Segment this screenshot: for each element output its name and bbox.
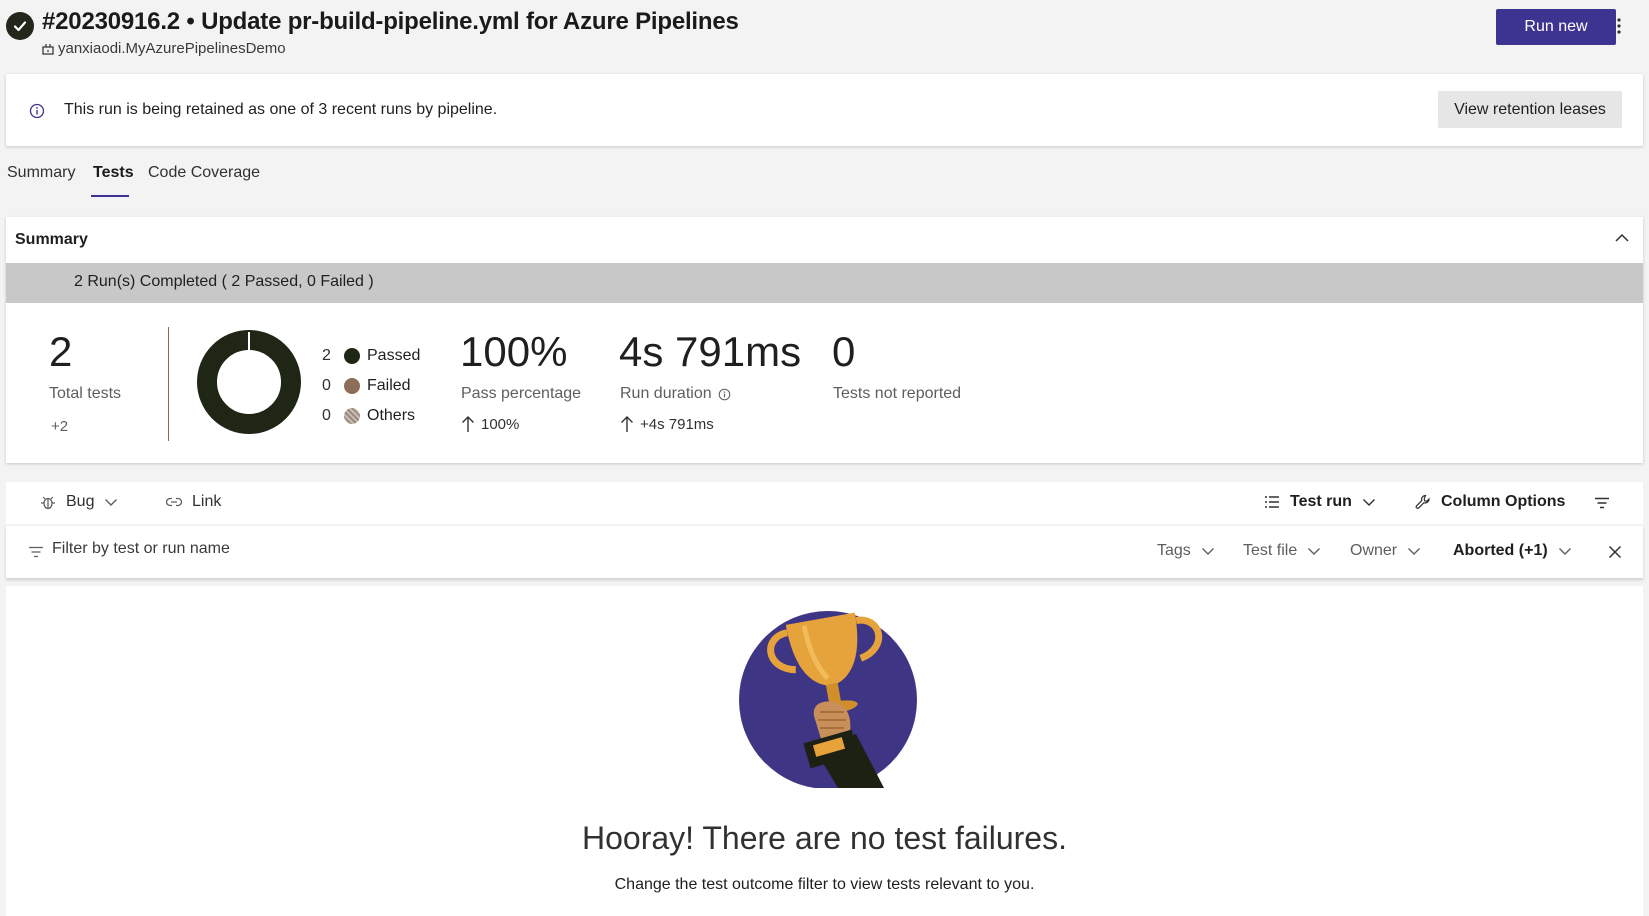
- filter-icon[interactable]: [1594, 497, 1610, 509]
- divider: [168, 327, 169, 441]
- column-options-button[interactable]: Column Options: [1415, 493, 1565, 511]
- tab-summary[interactable]: Summary: [7, 164, 75, 182]
- runs-status-text: 2 Run(s) Completed ( 2 Passed, 0 Failed …: [74, 273, 374, 290]
- tab-tests[interactable]: Tests: [93, 164, 134, 182]
- list-icon: [1265, 496, 1279, 508]
- failed-count: 0: [322, 377, 331, 394]
- results-area: Hooray! There are no test failures. Chan…: [6, 586, 1643, 916]
- outcome-dropdown[interactable]: Aborted (+1): [1453, 542, 1572, 560]
- legend-failed: 0 Failed: [322, 377, 411, 395]
- link-label: Link: [192, 493, 222, 510]
- filter-bar: Tags Test file Owner Aborted (+1): [6, 526, 1643, 578]
- tab-code-coverage[interactable]: Code Coverage: [148, 164, 260, 182]
- info-icon: [29, 103, 45, 119]
- others-label: Others: [367, 407, 416, 424]
- group-by-test-run-dropdown[interactable]: Test run: [1264, 493, 1376, 511]
- chevron-down-icon: [1362, 499, 1375, 506]
- pass-percentage-delta: 100%: [461, 415, 519, 433]
- chevron-down-icon: [1201, 548, 1214, 555]
- run-new-button[interactable]: Run new: [1496, 9, 1616, 45]
- not-reported-label: Tests not reported: [833, 385, 962, 402]
- legend-others: 0 Others: [322, 407, 415, 425]
- passed-count: 2: [322, 347, 331, 364]
- legend-passed: 2 Passed: [322, 347, 420, 365]
- bug-label: Bug: [66, 493, 95, 510]
- tags-label: Tags: [1157, 542, 1191, 559]
- group-by-label: Test run: [1290, 493, 1352, 510]
- page-title: #20230916.2 • Update pr-build-pipeline.y…: [42, 8, 739, 35]
- arrow-up-icon: [621, 416, 633, 432]
- not-reported-value: 0: [832, 328, 856, 375]
- test-file-dropdown[interactable]: Test file: [1243, 542, 1321, 560]
- failed-dot: [344, 378, 360, 394]
- run-duration-label: Run duration: [620, 385, 712, 402]
- column-options-label: Column Options: [1441, 493, 1566, 510]
- filter-icon: [29, 546, 43, 558]
- link-button[interactable]: Link: [166, 493, 221, 511]
- test-file-label: Test file: [1243, 542, 1298, 559]
- total-tests-value: 2: [49, 328, 73, 375]
- info-icon[interactable]: [718, 388, 731, 401]
- wrench-icon: [1415, 494, 1430, 509]
- chevron-up-icon[interactable]: [1614, 232, 1630, 244]
- success-heading: Hooray! There are no test failures.: [582, 820, 1067, 856]
- runs-status-bar: 2 Run(s) Completed ( 2 Passed, 0 Failed …: [6, 263, 1643, 303]
- pass-percentage-label: Pass percentage: [461, 385, 582, 402]
- success-hint: Change the test outcome filter to view t…: [614, 876, 1035, 893]
- close-icon[interactable]: [1608, 545, 1622, 559]
- banner-message: This run is being retained as one of 3 r…: [64, 101, 498, 118]
- run-duration-label-row: Run duration: [620, 385, 731, 403]
- run-duration-delta: +4s 791ms: [620, 415, 714, 433]
- repo-icon: [42, 43, 54, 55]
- active-tab-indicator: [91, 195, 129, 197]
- check-circle-icon: [6, 12, 34, 40]
- bug-icon: [41, 496, 55, 510]
- more-options-icon[interactable]: [1612, 14, 1626, 38]
- others-dot: [344, 408, 360, 424]
- pass-delta-text: 100%: [481, 415, 520, 433]
- link-icon: [166, 497, 182, 507]
- trophy-illustration: [739, 611, 917, 788]
- pass-percentage-value: 100%: [460, 328, 568, 375]
- chevron-down-icon: [1408, 548, 1421, 555]
- arrow-up-icon: [462, 416, 474, 432]
- view-retention-leases-button[interactable]: View retention leases: [1438, 91, 1622, 128]
- passed-label: Passed: [367, 347, 421, 364]
- tags-dropdown[interactable]: Tags: [1157, 542, 1215, 560]
- outcome-donut-chart: [197, 330, 301, 434]
- chevron-down-icon: [1308, 548, 1321, 555]
- failed-label: Failed: [367, 377, 411, 394]
- run-duration-value: 4s 791ms: [619, 328, 802, 375]
- others-count: 0: [322, 407, 331, 424]
- duration-delta-text: +4s 791ms: [640, 415, 714, 433]
- owner-dropdown[interactable]: Owner: [1350, 542, 1421, 560]
- retention-banner: This run is being retained as one of 3 r…: [6, 74, 1643, 146]
- chevron-down-icon: [1558, 548, 1571, 555]
- filter-input[interactable]: [52, 540, 652, 558]
- total-tests-label: Total tests: [49, 385, 122, 402]
- owner-label: Owner: [1350, 542, 1398, 559]
- summary-panel: Summary 2 Run(s) Completed ( 2 Passed, 0…: [6, 217, 1643, 463]
- repo-name: yanxiaodi.MyAzurePipelinesDemo: [58, 40, 286, 57]
- summary-title: Summary: [15, 231, 88, 248]
- chevron-down-icon: [105, 499, 118, 506]
- passed-dot: [344, 348, 360, 364]
- results-toolbar: Bug Link Test run Column Options: [6, 482, 1643, 524]
- bug-button[interactable]: Bug: [40, 493, 118, 511]
- page-header: #20230916.2 • Update pr-build-pipeline.y…: [0, 0, 1649, 70]
- repo-link[interactable]: yanxiaodi.MyAzurePipelinesDemo: [42, 40, 286, 57]
- outcome-label: Aborted (+1): [1453, 542, 1548, 559]
- total-tests-delta: +2: [51, 418, 69, 435]
